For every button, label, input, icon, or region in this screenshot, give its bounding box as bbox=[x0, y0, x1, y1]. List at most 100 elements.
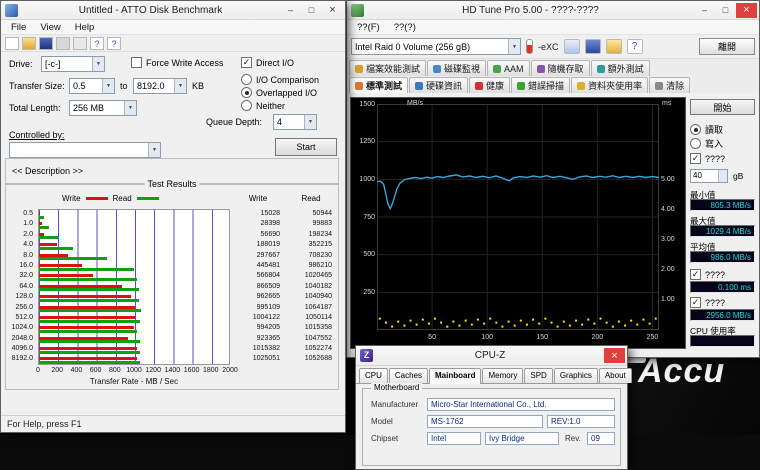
read-bar bbox=[39, 247, 73, 250]
hdtune-right-tick: 2.00 bbox=[661, 266, 685, 273]
hdtune-tab-file-benchmark[interactable]: 檔案效能測試 bbox=[349, 60, 426, 76]
io-comparison-radio[interactable]: I/O Comparison bbox=[241, 74, 319, 85]
open-folder-icon[interactable] bbox=[22, 37, 36, 50]
hdtune-tab-erase[interactable]: 清除 bbox=[649, 77, 690, 93]
overlapped-io-radio[interactable]: Overlapped I/O bbox=[241, 87, 317, 98]
tab-label: 額外測試 bbox=[608, 62, 644, 75]
cpuz-tab-mainboard[interactable]: Mainboard bbox=[429, 368, 481, 384]
copy-icon[interactable] bbox=[73, 37, 87, 50]
hdtune-minimize-button[interactable] bbox=[694, 3, 715, 18]
force-write-access-checkbox[interactable]: Force Write Access bbox=[131, 57, 223, 68]
read-column-header: Read bbox=[286, 194, 336, 203]
write-radio[interactable]: 寫入 bbox=[690, 137, 723, 150]
total-length-select[interactable]: 256 MB bbox=[69, 100, 137, 116]
motherboard-group: Motherboard Manufacturer Micro-Star Inte… bbox=[362, 388, 621, 466]
hdtune-mbs-axis-label: MB/s bbox=[407, 100, 437, 107]
new-document-icon[interactable] bbox=[5, 37, 19, 50]
description-field[interactable]: << Description >> bbox=[12, 166, 83, 176]
copy-icon[interactable] bbox=[564, 39, 580, 54]
partial-test-checkbox[interactable]: ???? bbox=[690, 153, 725, 164]
hdtune-tab-random-access[interactable]: 隨機存取 bbox=[531, 60, 590, 76]
chevron-down-icon[interactable] bbox=[174, 79, 186, 93]
cpuz-close-button[interactable] bbox=[604, 348, 625, 363]
start-button[interactable]: Start bbox=[275, 138, 337, 156]
hdtune-tab-disk-info[interactable]: 硬碟資訊 bbox=[409, 77, 468, 93]
hdtune-tab-aam[interactable]: AAM bbox=[487, 60, 530, 76]
cpuz-tab-memory[interactable]: Memory bbox=[482, 368, 523, 383]
hdtune-tab-error-scan[interactable]: 錯誤掃描 bbox=[511, 77, 570, 93]
direct-io-checkbox[interactable]: Direct I/O bbox=[241, 57, 294, 68]
exit-button[interactable]: 離開 bbox=[699, 38, 755, 55]
atto-titlebar[interactable]: Untitled - ATTO Disk Benchmark bbox=[1, 1, 345, 20]
atto-close-button[interactable] bbox=[322, 3, 343, 18]
atto-size-label: 8.0 bbox=[6, 251, 36, 261]
access-time-checkbox[interactable]: ???? bbox=[690, 269, 725, 280]
atto-write-value: 923365 bbox=[232, 334, 284, 344]
chevron-down-icon[interactable] bbox=[304, 115, 316, 129]
cpuz-tab-about[interactable]: About bbox=[599, 368, 632, 383]
cpuz-tab-graphics[interactable]: Graphics bbox=[554, 368, 598, 383]
block-size-value: 40 bbox=[693, 171, 702, 180]
atto-menu-help[interactable]: Help bbox=[68, 22, 102, 33]
tab-label: 健康 bbox=[486, 79, 504, 92]
read-bar bbox=[39, 320, 140, 323]
neither-radio[interactable]: Neither bbox=[241, 100, 285, 111]
atto-menu-view[interactable]: View bbox=[33, 22, 67, 33]
drive-select[interactable]: [-c-] bbox=[41, 56, 105, 72]
cpuz-titlebar[interactable]: Z CPU-Z bbox=[356, 346, 627, 366]
read-radio[interactable]: 讀取 bbox=[690, 123, 723, 136]
hdtune-menu-0[interactable]: ??(F) bbox=[350, 22, 387, 33]
hdtune-menu-1[interactable]: ??(?) bbox=[387, 22, 423, 33]
queue-depth-select[interactable]: 4 bbox=[273, 114, 317, 130]
atto-menu-file[interactable]: File bbox=[4, 22, 33, 33]
hdtune-tab-folder-usage[interactable]: 資料夾使用率 bbox=[571, 77, 648, 93]
atto-chart-row bbox=[39, 335, 229, 345]
atto-size-label: 64.0 bbox=[6, 282, 36, 292]
atto-maximize-button[interactable] bbox=[301, 3, 322, 18]
atto-write-value: 994205 bbox=[232, 323, 284, 333]
cpuz-tab-spd[interactable]: SPD bbox=[524, 368, 552, 383]
cpuz-window-title: CPU-Z bbox=[376, 350, 604, 361]
hdtune-maximize-button[interactable] bbox=[715, 3, 736, 18]
temperature-reading: -eXC bbox=[538, 42, 559, 52]
atto-read-value: 1040182 bbox=[286, 282, 336, 292]
hdtune-titlebar[interactable]: HD Tune Pro 5.00 - ????-???? bbox=[347, 1, 759, 20]
block-size-unit-label: gB bbox=[733, 171, 743, 181]
hdtune-tab-benchmark[interactable]: 標準測試 bbox=[349, 77, 408, 93]
screenshot-icon[interactable] bbox=[606, 39, 622, 54]
hdtune-start-button[interactable]: 開始 bbox=[690, 99, 755, 115]
print-icon[interactable] bbox=[56, 37, 70, 50]
hdtune-left-tick: 500 bbox=[352, 251, 375, 258]
chevron-down-icon[interactable] bbox=[124, 101, 136, 115]
write-bar bbox=[39, 357, 137, 360]
transfer-size-to-select[interactable]: 8192.0 bbox=[133, 78, 187, 94]
hdtune-drive-select[interactable]: Intel Raid 0 Volume (256 gB) bbox=[351, 38, 521, 55]
context-help-icon[interactable] bbox=[90, 37, 104, 50]
about-icon[interactable] bbox=[107, 37, 121, 50]
chipset-rev-label: Rev. bbox=[565, 434, 581, 443]
block-size-input[interactable]: 40 bbox=[690, 169, 728, 183]
hdtune-close-button[interactable] bbox=[736, 3, 757, 18]
save-icon[interactable] bbox=[39, 37, 53, 50]
partial-test-label: ???? bbox=[705, 154, 725, 164]
controlled-by-select[interactable] bbox=[9, 142, 161, 158]
chevron-down-icon[interactable] bbox=[508, 39, 520, 54]
checkbox-box-icon bbox=[131, 57, 142, 68]
save-icon[interactable] bbox=[585, 39, 601, 54]
transfer-size-from-select[interactable]: 0.5 bbox=[69, 78, 115, 94]
hdtune-tab-extra-tests[interactable]: 額外測試 bbox=[591, 60, 650, 76]
burst-rate-checkbox[interactable]: ???? bbox=[690, 297, 725, 308]
hdtune-tab-disk-monitor[interactable]: 磁碟監視 bbox=[427, 60, 486, 76]
chevron-down-icon[interactable] bbox=[92, 57, 104, 71]
atto-write-values-column: 1502828398566901880192976674454815668048… bbox=[232, 209, 284, 365]
atto-read-value: 1015358 bbox=[286, 323, 336, 333]
transfer-size-to-value: 8192.0 bbox=[134, 81, 174, 91]
chevron-down-icon[interactable] bbox=[148, 143, 160, 157]
cpuz-tab-caches[interactable]: Caches bbox=[389, 368, 428, 383]
spinner-arrows-icon[interactable] bbox=[718, 170, 727, 182]
atto-minimize-button[interactable] bbox=[280, 3, 301, 18]
help-icon[interactable] bbox=[627, 39, 643, 54]
hdtune-tab-health[interactable]: 健康 bbox=[469, 77, 510, 93]
chevron-down-icon[interactable] bbox=[102, 79, 114, 93]
cpuz-tab-cpu[interactable]: CPU bbox=[359, 368, 388, 383]
